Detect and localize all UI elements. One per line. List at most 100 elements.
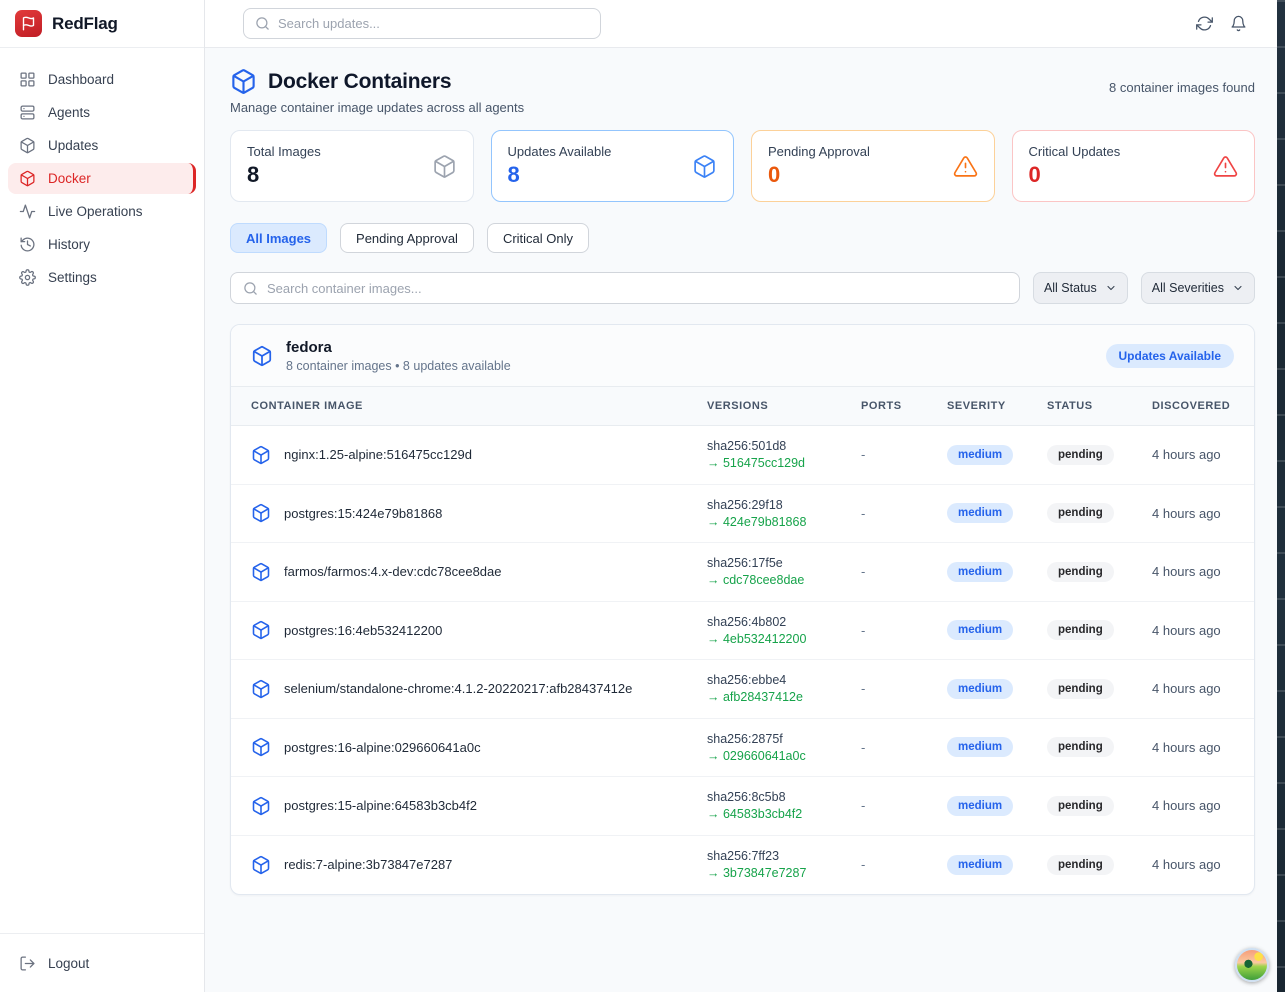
discovered-value: 4 hours ago	[1152, 740, 1254, 755]
container-image-name: farmos/farmos:4.x-dev:cdc78cee8dae	[284, 564, 502, 579]
discovered-value: 4 hours ago	[1152, 564, 1254, 579]
table-row[interactable]: postgres:16-alpine:029660641a0c sha256:2…	[231, 719, 1254, 778]
sidebar-footer: Logout	[0, 933, 204, 992]
table-row[interactable]: postgres:15:424e79b81868 sha256:29f18 → …	[231, 485, 1254, 544]
stat-label: Total Images	[247, 144, 321, 159]
sidebar-nav: Dashboard Agents Updates Docker Live Ope…	[0, 48, 204, 293]
table-row[interactable]: redis:7-alpine:3b73847e7287 sha256:7ff23…	[231, 836, 1254, 895]
arrow-right-icon: →	[707, 456, 720, 470]
logout-button[interactable]: Logout	[8, 948, 196, 978]
target-hash: afb28437412e	[723, 690, 803, 704]
column-header-container-image: CONTAINER IMAGE	[251, 400, 707, 412]
stat-value: 8	[247, 162, 321, 188]
container-image-name: selenium/standalone-chrome:4.1.2-2022021…	[284, 681, 632, 696]
table-row[interactable]: postgres:16:4eb532412200 sha256:4b802 → …	[231, 602, 1254, 661]
table-row[interactable]: selenium/standalone-chrome:4.1.2-2022021…	[231, 660, 1254, 719]
stat-value: 8	[508, 162, 612, 188]
table-row[interactable]: postgres:15-alpine:64583b3cb4f2 sha256:8…	[231, 777, 1254, 836]
logout-icon	[19, 955, 36, 972]
table-filter-row: All Status All Severities	[230, 272, 1255, 304]
tab-critical-only[interactable]: Critical Only	[487, 223, 589, 253]
target-hash: 424e79b81868	[723, 515, 806, 529]
container-image-name: postgres:15-alpine:64583b3cb4f2	[284, 798, 477, 813]
image-search-input[interactable]	[267, 281, 1007, 296]
target-version: → 64583b3cb4f2	[707, 807, 861, 821]
sidebar-item-agents[interactable]: Agents	[8, 97, 196, 128]
topbar-actions	[1196, 15, 1247, 32]
search-icon	[243, 281, 258, 296]
sidebar-item-updates[interactable]: Updates	[8, 130, 196, 161]
activity-pulse-icon	[19, 203, 36, 220]
sidebar-item-label: Live Operations	[48, 204, 143, 219]
table-header-row: CONTAINER IMAGE VERSIONS PORTS SEVERITY …	[231, 386, 1254, 426]
discovered-value: 4 hours ago	[1152, 681, 1254, 696]
sidebar-item-history[interactable]: History	[8, 229, 196, 260]
global-search[interactable]	[243, 8, 601, 39]
discovered-value: 4 hours ago	[1152, 857, 1254, 872]
container-image-name: postgres:16:4eb532412200	[284, 623, 442, 638]
stat-critical-updates: Critical Updates 0	[1012, 130, 1256, 202]
group-header-fedora[interactable]: fedora 8 container images • 8 updates av…	[231, 325, 1254, 386]
package-icon	[19, 137, 36, 154]
status-filter-dropdown[interactable]: All Status	[1033, 272, 1128, 304]
island-overlay-icon[interactable]	[1235, 948, 1269, 982]
global-search-input[interactable]	[278, 16, 589, 31]
current-version: sha256:2875f	[707, 732, 861, 746]
notifications-bell-icon[interactable]	[1230, 15, 1247, 32]
table-row[interactable]: farmos/farmos:4.x-dev:cdc78cee8dae sha25…	[231, 543, 1254, 602]
sidebar-item-dashboard[interactable]: Dashboard	[8, 64, 196, 95]
target-version: → 3b73847e7287	[707, 866, 861, 880]
stat-value: 0	[1029, 162, 1121, 188]
target-hash: 3b73847e7287	[723, 866, 806, 880]
severity-badge: medium	[947, 796, 1013, 816]
gear-icon	[19, 269, 36, 286]
discovered-value: 4 hours ago	[1152, 623, 1254, 638]
container-cube-icon	[251, 445, 271, 465]
container-image-name: postgres:15:424e79b81868	[284, 506, 442, 521]
sidebar-item-settings[interactable]: Settings	[8, 262, 196, 293]
sidebar-item-live-operations[interactable]: Live Operations	[8, 196, 196, 227]
ports-value: -	[861, 623, 947, 638]
severity-filter-dropdown[interactable]: All Severities	[1141, 272, 1255, 304]
arrow-right-icon: →	[707, 573, 720, 587]
target-hash: cdc78cee8dae	[723, 573, 804, 587]
page-subtitle: Manage container image updates across al…	[230, 100, 1255, 115]
discovered-value: 4 hours ago	[1152, 798, 1254, 813]
status-badge: pending	[1047, 855, 1114, 875]
group-meta: 8 container images • 8 updates available	[286, 359, 511, 373]
column-header-discovered: DISCOVERED	[1152, 400, 1254, 412]
status-badge: pending	[1047, 503, 1114, 523]
stat-label: Pending Approval	[768, 144, 870, 159]
target-hash: 4eb532412200	[723, 632, 806, 646]
table-body: nginx:1.25-alpine:516475cc129d sha256:50…	[231, 426, 1254, 894]
target-version: → cdc78cee8dae	[707, 573, 861, 587]
tab-pending-approval[interactable]: Pending Approval	[340, 223, 474, 253]
status-badge: pending	[1047, 737, 1114, 757]
target-version: → afb28437412e	[707, 690, 861, 704]
arrow-right-icon: →	[707, 515, 720, 529]
tab-all-images[interactable]: All Images	[230, 223, 327, 253]
sidebar-item-label: Docker	[48, 171, 91, 186]
stat-value: 0	[768, 162, 870, 188]
sidebar-item-docker[interactable]: Docker	[8, 163, 196, 194]
table-row[interactable]: nginx:1.25-alpine:516475cc129d sha256:50…	[231, 426, 1254, 485]
severity-badge: medium	[947, 679, 1013, 699]
package-icon	[432, 154, 457, 179]
ports-value: -	[861, 506, 947, 521]
package-icon	[692, 154, 717, 179]
page-content: Docker Containers 8 container images fou…	[205, 48, 1277, 992]
current-version: sha256:7ff23	[707, 849, 861, 863]
redflag-logo	[15, 10, 42, 37]
logout-label: Logout	[48, 956, 89, 971]
target-hash: 516475cc129d	[723, 456, 805, 470]
filter-tabs: All Images Pending Approval Critical Onl…	[230, 223, 1255, 253]
refresh-icon[interactable]	[1196, 15, 1213, 32]
image-search[interactable]	[230, 272, 1020, 304]
brand-header: RedFlag	[0, 0, 204, 48]
stat-total-images: Total Images 8	[230, 130, 474, 202]
docker-page-icon	[230, 68, 257, 95]
current-version: sha256:4b802	[707, 615, 861, 629]
severity-badge: medium	[947, 620, 1013, 640]
flag-icon	[21, 16, 36, 31]
current-version: sha256:ebbe4	[707, 673, 861, 687]
